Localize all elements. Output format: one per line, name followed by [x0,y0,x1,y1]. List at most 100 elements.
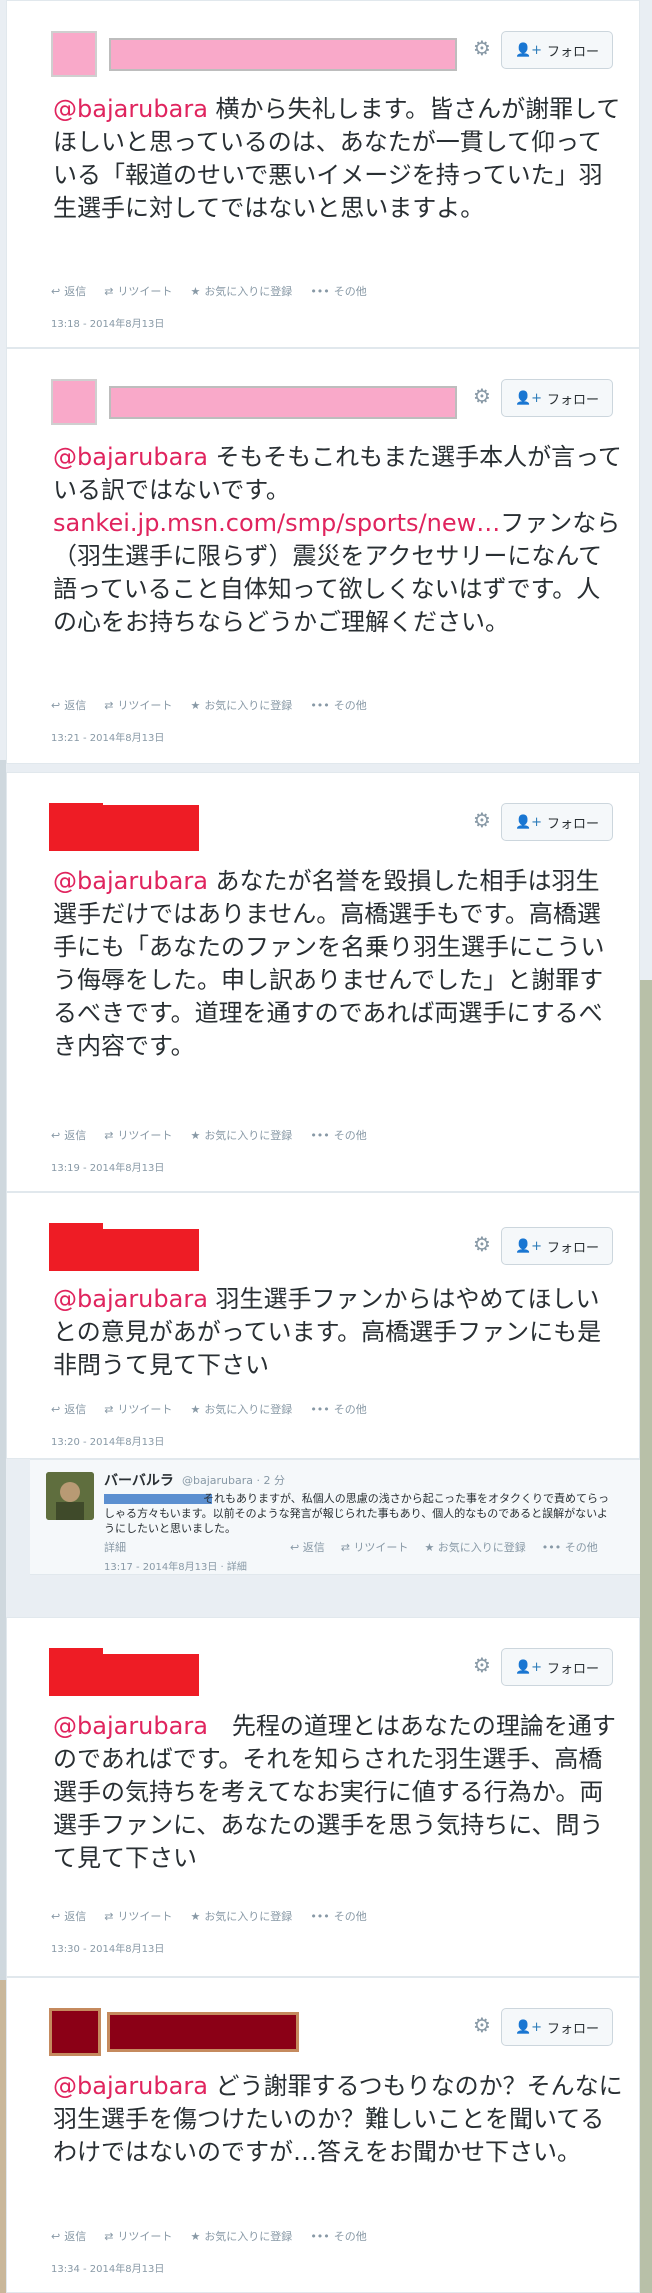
redacted-username[interactable] [103,805,199,851]
favorite-button[interactable]: ★ お気に入りに登録 [190,1401,292,1417]
gear-icon[interactable]: ⚙ [471,1233,493,1255]
retweet-icon: ⇄ [104,1403,114,1416]
follow-button[interactable]: 👤+ フォロー [501,31,613,69]
timestamp[interactable]: 13:21 - 2014年8月13日 [51,729,164,744]
more-icon: ••• [310,1129,330,1142]
more-button[interactable]: ••• その他 [310,1127,366,1143]
favorite-button[interactable]: ★ お気に入りに登録 [190,1908,292,1924]
avatar[interactable] [49,1223,103,1271]
tweet-card[interactable]: ⚙ 👤+ フォロー @bajarubara 羽生選手ファンからはやめてほしいとの意… [6,1192,640,1459]
reply-button[interactable]: ↩ 返信 [51,697,86,713]
tweet-actions: ↩ 返信 ⇄ リツイート ★ お気に入りに登録 ••• その他 [51,1908,367,1924]
avatar[interactable] [51,379,97,425]
more-button[interactable]: ••• その他 [310,283,366,299]
mention-link[interactable]: @bajarubara [53,95,208,123]
timestamp[interactable]: 13:20 - 2014年8月13日 [51,1433,164,1448]
star-icon: ★ [190,1403,201,1416]
favorite-button[interactable]: ★ お気に入りに登録 [190,2228,292,2244]
person-add-icon: 👤+ [514,1238,543,1254]
redacted-username[interactable] [107,2012,299,2052]
tweet-actions: ↩ 返信 ⇄ リツイート ★ お気に入りに登録 ••• その他 [51,2228,367,2244]
more-button[interactable]: ••• その他 [310,1401,366,1417]
tweet-text: @bajarubara あなたが名誉を毀損した相手は羽生選手だけではありません。… [53,867,605,1060]
star-icon: ★ [424,1541,438,1554]
favorite-button[interactable]: ★ お気に入りに登録 [190,1127,292,1143]
timestamp[interactable]: 13:34 - 2014年8月13日 [51,2260,164,2275]
reply-icon: ↩ [51,1910,61,1923]
gear-icon[interactable]: ⚙ [471,1654,493,1676]
favorite-button[interactable]: ★ お気に入りに登録 [190,697,292,713]
reply-button[interactable]: ↩ 返信 [290,1539,325,1555]
detail-link[interactable]: 詳細 [104,1539,126,1555]
reply-button[interactable]: ↩ 返信 [51,1908,86,1924]
retweet-button[interactable]: ⇄ リツイート [104,1127,172,1143]
tweet-text: @bajarubara 先程の道理とはあなたの理論を通すのであればです。それを知… [53,1712,616,1872]
handle[interactable]: @bajarubara · 2 分 [182,1472,285,1488]
tweet-text: @bajarubara 横から失礼します。皆さんが謝罪してほしいと思っているのは… [53,95,621,222]
person-add-icon: 👤+ [514,2019,543,2035]
tweet-actions: ↩ 返信 ⇄ リツイート ★ お気に入りに登録 ••• その他 [51,1401,367,1417]
retweet-button[interactable]: ⇄ リツイート [104,1908,172,1924]
avatar[interactable] [46,1472,94,1520]
redacted-username[interactable] [109,38,457,71]
retweet-button[interactable]: ⇄ リツイート [104,2228,172,2244]
tweet-card[interactable]: ⚙ 👤+ フォロー @bajarubara 横から失礼します。皆さんが謝罪してほし… [6,0,640,348]
retweet-button[interactable]: ⇄ リツイート [104,283,172,299]
retweet-button[interactable]: ⇄ リツイート [104,697,172,713]
retweet-button[interactable]: ⇄ リツイート [341,1539,409,1555]
reply-button[interactable]: ↩ 返信 [51,283,86,299]
follow-button[interactable]: 👤+ フォロー [501,803,613,841]
tweet-text: @bajarubara 羽生選手ファンからはやめてほしいとの意見があがっています… [53,1285,602,1379]
timestamp[interactable]: 13:30 - 2014年8月13日 [51,1940,164,1955]
more-icon: ••• [310,285,330,298]
person-add-icon: 👤+ [514,42,543,58]
redacted-username[interactable] [103,1229,199,1271]
mention-link[interactable]: @bajarubara [53,1712,208,1740]
original-tweet[interactable]: バーバルラ @bajarubara · 2 分 それもありますが、私個人の思慮の… [30,1459,640,1575]
favorite-button[interactable]: ★ お気に入りに登録 [424,1539,525,1555]
mention-link[interactable]: @bajarubara [53,1285,208,1313]
follow-button[interactable]: 👤+ フォロー [501,379,613,417]
timestamp[interactable]: 13:18 - 2014年8月13日 [51,315,164,330]
avatar[interactable] [49,2008,101,2056]
gear-icon[interactable]: ⚙ [471,385,493,407]
gear-icon[interactable]: ⚙ [471,2014,493,2036]
tweet-text: それもありますが、私個人の思慮の浅さから起こった事をオタクくりで責めてらっしゃる… [104,1492,610,1535]
mention-link[interactable]: @bajarubara [53,443,208,471]
display-name[interactable]: バーバルラ [104,1470,174,1490]
more-button[interactable]: ••• その他 [542,1539,598,1555]
url-link[interactable]: sankei.jp.msn.com/smp/sports/new… [53,509,500,537]
redacted-username[interactable] [109,386,457,419]
gear-icon[interactable]: ⚙ [471,809,493,831]
avatar[interactable] [49,803,103,851]
more-button[interactable]: ••• その他 [310,1908,366,1924]
more-icon: ••• [310,699,330,712]
reply-button[interactable]: ↩ 返信 [51,1127,86,1143]
retweet-icon: ⇄ [340,1541,354,1554]
reply-button[interactable]: ↩ 返信 [51,2228,86,2244]
mention-link[interactable]: @bajarubara [53,867,208,895]
mention-link[interactable]: @bajarubara [53,2072,208,2100]
tweet-card[interactable]: ⚙ 👤+ フォロー @bajarubara あなたが名誉を毀損した相手は羽生選手だ… [6,772,640,1192]
reply-button[interactable]: ↩ 返信 [51,1401,86,1417]
redacted-username[interactable] [103,1654,199,1696]
more-button[interactable]: ••• その他 [310,697,366,713]
gear-icon[interactable]: ⚙ [471,37,493,59]
more-button[interactable]: ••• その他 [310,2228,366,2244]
tweet-card[interactable]: ⚙ 👤+ フォロー @bajarubara そもそもこれもまた選手本人が言っている… [6,348,640,764]
reply-icon: ↩ [51,2230,61,2243]
timestamp[interactable]: 13:19 - 2014年8月13日 [51,1159,164,1174]
retweet-button[interactable]: ⇄ リツイート [104,1401,172,1417]
avatar[interactable] [51,31,97,77]
person-add-icon: 👤+ [514,814,543,830]
reply-icon: ↩ [51,1129,61,1142]
follow-button[interactable]: 👤+ フォロー [501,1227,613,1265]
follow-button[interactable]: 👤+ フォロー [501,1648,613,1686]
avatar[interactable] [49,1648,103,1696]
favorite-button[interactable]: ★ お気に入りに登録 [190,283,292,299]
follow-button[interactable]: 👤+ フォロー [501,2008,613,2046]
tweet-card[interactable]: ⚙ 👤+ フォロー @bajarubara どう謝罪するつもりなのか？そんなに羽生… [6,1977,640,2293]
timestamp[interactable]: 13:17 - 2014年8月13日 · 詳細 [104,1558,247,1573]
tweet-actions: ↩ 返信 ⇄ リツイート ★ お気に入りに登録 ••• その他 [51,283,367,299]
tweet-card[interactable]: ⚙ 👤+ フォロー @bajarubara 先程の道理とはあなたの理論を通すのであ… [6,1617,640,1977]
